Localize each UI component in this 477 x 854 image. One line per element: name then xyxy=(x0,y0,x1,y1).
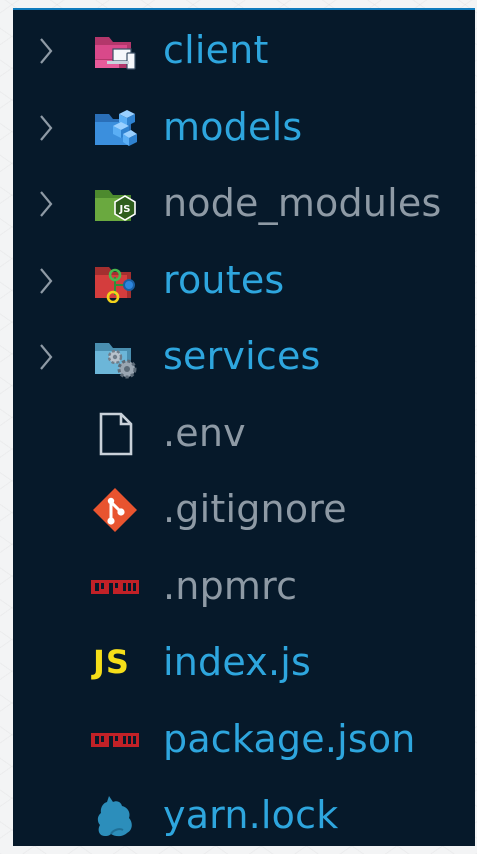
svg-text:JS: JS xyxy=(119,204,131,215)
folder-node-icon: JS xyxy=(95,190,136,222)
tree-item-label: yarn.lock xyxy=(163,793,339,838)
tree-item-label: package.json xyxy=(163,716,416,761)
tree-item-package-json[interactable]: package.json xyxy=(13,702,475,779)
file-tree: client models JS node_modules routes ser… xyxy=(13,13,475,854)
javascript-icon: JS xyxy=(93,643,130,682)
npm-icon xyxy=(91,579,139,594)
tree-item-label: services xyxy=(163,334,321,379)
tree-item-node-modules[interactable]: JS node_modules xyxy=(13,166,475,243)
tree-item-label: .env xyxy=(163,410,246,455)
tree-item-models[interactable]: models xyxy=(13,90,475,167)
file-icon xyxy=(99,412,133,456)
tree-item-label: node_modules xyxy=(163,181,442,226)
tree-item-label: client xyxy=(163,28,269,73)
tree-item-client[interactable]: client xyxy=(13,13,475,90)
folder-services-icon xyxy=(95,343,137,379)
git-icon xyxy=(93,488,137,533)
folder-routes-icon xyxy=(95,266,135,303)
tree-item-label: routes xyxy=(163,257,285,302)
tree-item-label: index.js xyxy=(163,640,311,685)
tree-item-env[interactable]: .env xyxy=(13,396,475,473)
tree-item-npmrc[interactable]: .npmrc xyxy=(13,549,475,626)
screenshot-canvas: client models JS node_modules routes ser… xyxy=(0,0,477,854)
chevron-right-icon[interactable] xyxy=(39,33,53,69)
tree-item-label: .npmrc xyxy=(163,563,298,608)
tree-item-gitignore[interactable]: .gitignore xyxy=(13,472,475,549)
chevron-right-icon[interactable] xyxy=(39,110,53,146)
folder-models-icon xyxy=(95,109,137,146)
chevron-right-icon[interactable] xyxy=(39,263,53,299)
file-explorer-panel: client models JS node_modules routes ser… xyxy=(13,8,475,846)
yarn-icon xyxy=(97,796,132,837)
tree-item-label: .gitignore xyxy=(163,487,347,532)
chevron-right-icon[interactable] xyxy=(39,339,53,375)
tree-item-index-js[interactable]: JS index.js xyxy=(13,625,475,702)
npm-icon xyxy=(91,732,139,747)
tree-item-routes[interactable]: routes xyxy=(13,243,475,320)
tree-item-services[interactable]: services xyxy=(13,319,475,396)
tree-item-label: models xyxy=(163,104,303,149)
folder-client-icon xyxy=(95,37,136,70)
chevron-right-icon[interactable] xyxy=(39,186,53,222)
tree-item-yarn-lock[interactable]: yarn.lock xyxy=(13,778,475,854)
